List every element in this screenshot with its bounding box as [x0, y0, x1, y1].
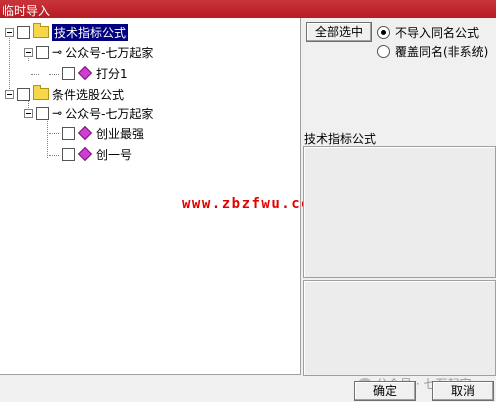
title-bar: 临时导入: [0, 0, 496, 18]
tree-node-label: 技术指标公式: [52, 23, 129, 41]
radio-indicator[interactable]: [377, 26, 390, 39]
tree-node-label: 打分1: [96, 66, 128, 81]
tree-node-label: 公众号-七万起家: [65, 106, 154, 121]
tree-node-formula[interactable]: 创一号: [59, 146, 132, 162]
tree-checkbox[interactable]: [62, 126, 75, 140]
tree-checkbox[interactable]: [62, 66, 75, 80]
radio-label: 覆盖同名(非系统): [395, 45, 489, 59]
detail-label: 技术指标公式: [304, 132, 377, 146]
collapse-toggle[interactable]: [5, 27, 14, 37]
tree-node-group[interactable]: ⊸ 公众号-七万起家: [24, 44, 153, 60]
formula-icon: [77, 146, 93, 162]
folder-icon: [33, 23, 49, 38]
tree-checkbox[interactable]: [36, 45, 49, 59]
collapse-toggle[interactable]: [5, 89, 14, 99]
tree-node-technical-indicators[interactable]: 技术指标公式: [5, 23, 129, 41]
tree-checkbox[interactable]: [62, 147, 75, 161]
radio-no-import[interactable]: 不导入同名公式: [377, 24, 479, 41]
key-icon: ⊸: [52, 45, 63, 59]
cancel-button[interactable]: 取消: [432, 381, 494, 401]
tree-node-label: 创一号: [96, 147, 133, 162]
formula-icon: [77, 125, 93, 141]
collapse-toggle[interactable]: [24, 47, 33, 57]
tree-checkbox[interactable]: [17, 25, 30, 39]
formula-icon: [77, 65, 93, 81]
tree-checkbox[interactable]: [36, 106, 49, 120]
select-all-button[interactable]: 全部选中: [306, 22, 372, 42]
formula-description-panel[interactable]: [303, 146, 496, 278]
site-watermark: www.zbzfwu.com: [182, 196, 322, 212]
tree-node-label: 创业最强: [96, 126, 145, 141]
collapse-toggle[interactable]: [24, 108, 33, 118]
tree-node-label: 条件选股公式: [52, 87, 125, 102]
ok-button[interactable]: 确定: [354, 381, 416, 401]
tree-checkbox[interactable]: [17, 87, 30, 101]
window-title: 临时导入: [2, 4, 51, 18]
tree-node-stock-screening[interactable]: 条件选股公式: [5, 85, 125, 102]
radio-indicator[interactable]: [377, 45, 390, 58]
key-icon: ⊸: [52, 106, 63, 120]
tree-node-formula[interactable]: 创业最强: [59, 125, 144, 141]
formula-detail-panel[interactable]: [303, 280, 496, 376]
folder-icon: [33, 85, 49, 100]
radio-overwrite[interactable]: 覆盖同名(非系统): [377, 43, 488, 60]
radio-label: 不导入同名公式: [395, 26, 480, 40]
tree-node-group[interactable]: ⊸ 公众号-七万起家: [24, 105, 153, 121]
tree-node-label: 公众号-七万起家: [65, 45, 154, 60]
tree-node-formula[interactable]: 打分1: [59, 65, 128, 81]
